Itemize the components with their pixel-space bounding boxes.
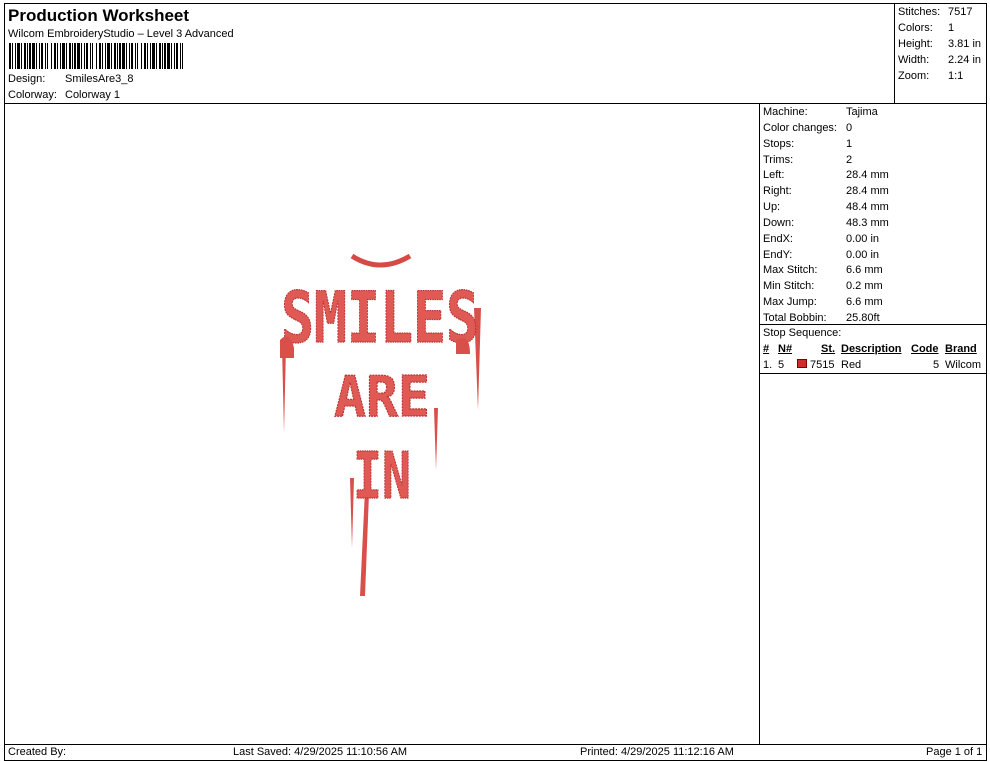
row-number: 1. — [763, 359, 773, 371]
design-label: Design: — [8, 73, 46, 85]
stop-sequence-divider — [759, 324, 987, 325]
spec-label: Max Stitch: — [763, 264, 818, 276]
spec-value: 0.00 in — [846, 249, 880, 261]
width-value: 2.24 in — [948, 54, 982, 66]
stitches-value: 7517 — [948, 6, 973, 18]
zoom-label: Zoom: — [898, 70, 930, 82]
footer-divider — [4, 744, 987, 745]
spec-label: EndY: — [763, 249, 793, 261]
row-code: 5 — [933, 359, 940, 371]
colors-value: 1 — [948, 22, 955, 34]
stop-sequence-title: Stop Sequence: — [763, 327, 842, 339]
spec-value: 28.4 mm — [846, 169, 889, 181]
last-saved: Last Saved: 4/29/2025 11:10:56 AM — [233, 746, 408, 758]
design-line-3: IN — [353, 440, 411, 514]
spec-value: Tajima — [846, 106, 878, 118]
spec-value: 2 — [846, 154, 853, 166]
design-line-2: ARE — [334, 365, 430, 430]
design-line-1: SMILES — [281, 277, 479, 359]
worksheet-frame — [4, 3, 987, 761]
spec-label: Left: — [763, 169, 785, 181]
row-needle: 5 — [778, 359, 785, 371]
page-title: Production Worksheet — [8, 6, 190, 25]
height-value: 3.81 in — [948, 38, 982, 50]
height-label: Height: — [898, 38, 933, 50]
spec-label: Total Bobbin: — [763, 312, 827, 324]
page-number: Page 1 of 1 — [926, 746, 983, 758]
summary-divider — [894, 3, 895, 103]
embroidery-design-preview: SMILES ARE IN — [280, 253, 481, 596]
spec-label: Min Stitch: — [763, 280, 815, 292]
spec-label: Max Jump: — [763, 296, 817, 308]
column-header-brand: Brand — [945, 343, 977, 355]
thread-color-swatch — [797, 359, 807, 368]
spec-label: Trims: — [763, 154, 794, 166]
spec-value: 6.6 mm — [846, 264, 883, 276]
stop-sequence-bottom-divider — [759, 373, 987, 374]
spec-value: 48.3 mm — [846, 217, 889, 229]
row-brand: Wilcom — [945, 359, 982, 371]
spec-label: Color changes: — [763, 122, 837, 134]
printed-date: Printed: 4/29/2025 11:12:16 AM — [580, 746, 734, 758]
spec-value: 48.4 mm — [846, 201, 889, 213]
design-drip — [434, 408, 438, 470]
spec-value: 0 — [846, 122, 853, 134]
spec-label: EndX: — [763, 233, 793, 245]
spec-value: 6.6 mm — [846, 296, 883, 308]
header-divider — [4, 103, 987, 104]
design-drip — [282, 346, 286, 433]
specs-panel-divider — [759, 103, 760, 744]
created-by: Created By: — [8, 746, 67, 758]
design-arc — [350, 253, 412, 268]
column-header-needle: N# — [778, 343, 793, 355]
column-header-description: Description — [841, 343, 902, 355]
column-header-code: Code — [911, 343, 939, 355]
colorway-label: Colorway: — [8, 89, 57, 101]
zoom-value: 1:1 — [948, 70, 964, 82]
spec-value: 28.4 mm — [846, 185, 889, 197]
design-name: SmilesAre3_8 — [65, 73, 134, 85]
stitches-label: Stitches: — [898, 6, 941, 18]
spec-value: 25.80ft — [846, 312, 880, 324]
spec-label: Down: — [763, 217, 795, 229]
column-header-stitches: St. — [821, 343, 836, 355]
barcode-image — [9, 43, 183, 69]
spec-label: Stops: — [763, 138, 795, 150]
software-subtitle: Wilcom EmbroideryStudio – Level 3 Advanc… — [8, 28, 234, 40]
colors-label: Colors: — [898, 22, 933, 34]
spec-value: 0.00 in — [846, 233, 880, 245]
width-label: Width: — [898, 54, 930, 66]
row-description: Red — [841, 359, 862, 371]
column-header-num: # — [763, 343, 770, 355]
spec-value: 0.2 mm — [846, 280, 883, 292]
row-stitches: 7515 — [810, 359, 835, 371]
colorway-name: Colorway 1 — [65, 89, 121, 101]
spec-label: Right: — [763, 185, 792, 197]
spec-label: Machine: — [763, 106, 808, 118]
spec-value: 1 — [846, 138, 853, 150]
spec-label: Up: — [763, 201, 781, 213]
